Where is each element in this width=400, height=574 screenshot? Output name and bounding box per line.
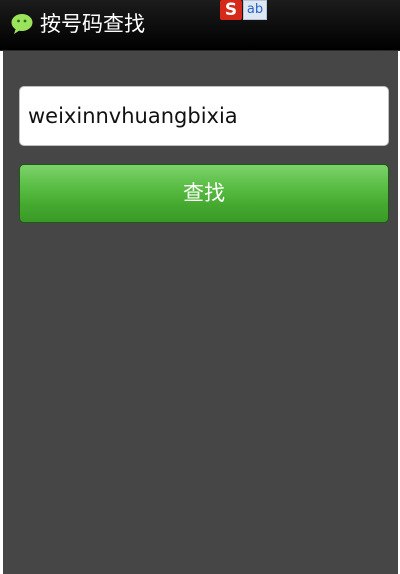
number-search-input[interactable] xyxy=(19,86,389,146)
page-title: 按号码查找 xyxy=(40,12,145,36)
find-button[interactable]: 查找 xyxy=(19,164,389,223)
screen: 按号码查找 S ab 查找 xyxy=(0,0,400,574)
ime-logo: S xyxy=(220,0,242,20)
content-area: 查找 xyxy=(3,51,398,574)
ime-mode: ab xyxy=(243,0,267,20)
ime-indicator: S ab xyxy=(220,0,268,20)
chat-bubble-icon xyxy=(11,14,33,34)
title-bar: 按号码查找 S ab xyxy=(0,0,400,51)
